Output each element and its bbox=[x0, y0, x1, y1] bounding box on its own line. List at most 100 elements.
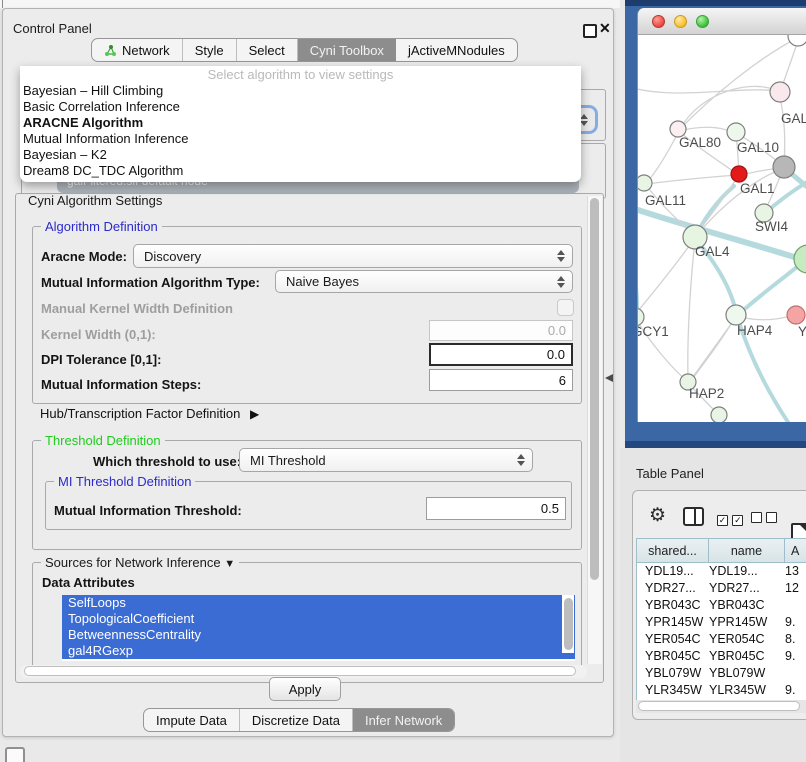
tab-impute-data[interactable]: Impute Data bbox=[144, 709, 240, 731]
cell-value: 9. bbox=[785, 648, 806, 665]
network-canvas[interactable]: GAL GAL80 GAL10 GAL1 GAL11 SWI4 GAL4 GCY… bbox=[638, 35, 806, 422]
algorithm-option[interactable]: Bayesian – K2 bbox=[20, 147, 581, 163]
cell-shared-name: YPR145W bbox=[637, 614, 709, 631]
cell-name: YBR045C bbox=[709, 648, 785, 665]
algorithm-dropdown-popup: Select algorithm to view settings Bayesi… bbox=[20, 66, 581, 182]
spinner-arrows-icon bbox=[556, 250, 565, 262]
tab-impute-data-label: Impute Data bbox=[156, 713, 227, 728]
close-icon[interactable]: ✕ bbox=[599, 20, 611, 37]
window-edge-line bbox=[2, 0, 3, 8]
minimize-traffic-light[interactable] bbox=[674, 15, 687, 28]
panel-toggle-icon[interactable] bbox=[5, 747, 25, 762]
tab-infer-network[interactable]: Infer Network bbox=[353, 709, 454, 731]
node[interactable] bbox=[711, 407, 727, 422]
network-window-titlebar[interactable] bbox=[638, 8, 806, 35]
cell-name: YBR043C bbox=[709, 597, 785, 614]
tab-jactivemnodules[interactable]: jActiveMNodules bbox=[396, 39, 517, 61]
unchecked-box-icon bbox=[766, 512, 777, 523]
checked-box-icon: ✓ bbox=[732, 515, 743, 526]
tab-discretize-data[interactable]: Discretize Data bbox=[240, 709, 353, 731]
tab-style[interactable]: Style bbox=[183, 39, 237, 61]
table-row[interactable]: YDR27...YDR27...12 bbox=[637, 580, 806, 597]
table-row[interactable]: YDL19...YDL19...13 bbox=[637, 563, 806, 580]
cell-value: 9. bbox=[785, 614, 806, 631]
node[interactable] bbox=[727, 123, 745, 141]
tab-style-label: Style bbox=[195, 43, 224, 58]
aracne-mode-combo[interactable]: Discovery bbox=[133, 244, 573, 268]
aracne-mode-label: Aracne Mode: bbox=[41, 249, 127, 264]
zoom-traffic-light[interactable] bbox=[696, 15, 709, 28]
algorithm-definition-group: Algorithm Definition Aracne Mode: Discov… bbox=[32, 226, 582, 404]
column-header-shared-name[interactable]: shared... bbox=[636, 538, 708, 563]
table-hscrollbar-thumb[interactable] bbox=[638, 701, 800, 711]
list-item[interactable]: gal4RGexp bbox=[62, 643, 575, 659]
node[interactable] bbox=[726, 305, 746, 325]
table-row[interactable]: YPR145WYPR145W9. bbox=[637, 614, 806, 631]
apply-button[interactable]: Apply bbox=[269, 677, 341, 701]
frame-bottom-edge bbox=[625, 441, 806, 448]
manual-kernel-width-checkbox[interactable] bbox=[557, 299, 574, 316]
mi-steps-field[interactable] bbox=[429, 369, 573, 391]
tab-discretize-data-label: Discretize Data bbox=[252, 713, 340, 728]
frame-top-edge bbox=[625, 0, 806, 6]
table-row[interactable]: YLR345WYLR345W9. bbox=[637, 682, 806, 699]
column-header-partial[interactable]: A bbox=[784, 538, 806, 563]
gear-icon[interactable]: ⚙ bbox=[649, 504, 666, 527]
which-threshold-combo[interactable]: MI Threshold bbox=[239, 448, 533, 472]
cell-value: 13 bbox=[785, 563, 806, 580]
mi-threshold-definition-group: MI Threshold Definition Mutual Informati… bbox=[45, 481, 572, 530]
algorithm-option-selected[interactable]: ARACNE Algorithm bbox=[20, 115, 581, 131]
list-item[interactable]: SelfLoops bbox=[62, 595, 575, 611]
kernel-width-field[interactable] bbox=[429, 320, 573, 341]
settings-vertical-scrollbar[interactable] bbox=[587, 196, 602, 664]
list-item[interactable]: BetweennessCentrality bbox=[62, 627, 575, 643]
node[interactable] bbox=[788, 35, 806, 46]
node[interactable] bbox=[638, 175, 652, 191]
list-item[interactable]: TopologicalCoefficient bbox=[62, 611, 575, 627]
mi-threshold-field[interactable] bbox=[426, 497, 566, 520]
cell-shared-name: YDR27... bbox=[637, 580, 709, 597]
node[interactable] bbox=[770, 82, 790, 102]
close-traffic-light[interactable] bbox=[652, 15, 665, 28]
deselect-all-checkboxes-icon[interactable] bbox=[751, 510, 777, 528]
table-row[interactable]: YBR045CYBR045C9. bbox=[637, 648, 806, 665]
cell-name: YDL19... bbox=[709, 563, 785, 580]
aracne-mode-value: Discovery bbox=[144, 249, 201, 264]
mi-algorithm-type-combo[interactable]: Naive Bayes bbox=[275, 270, 573, 293]
list-scrollbar-thumb[interactable] bbox=[564, 598, 573, 650]
select-all-checkboxes-icon[interactable]: ✓ ✓ bbox=[717, 510, 743, 528]
list-vertical-scrollbar[interactable] bbox=[562, 595, 574, 653]
node-label: GAL4 bbox=[695, 244, 730, 259]
algorithm-option[interactable]: Dream8 DC_TDC Algorithm bbox=[20, 163, 581, 179]
table-panel-title: Table Panel bbox=[636, 466, 704, 481]
apply-button-label: Apply bbox=[289, 682, 322, 697]
column-selector-icon[interactable] bbox=[683, 507, 704, 526]
expander-down-arrow-icon[interactable]: ▼ bbox=[224, 558, 235, 570]
settings-hscrollbar-thumb[interactable] bbox=[24, 666, 576, 676]
node-label: GCY1 bbox=[638, 324, 669, 339]
table-row[interactable]: YER054CYER054C8. bbox=[637, 631, 806, 648]
column-header-name[interactable]: name bbox=[708, 538, 784, 563]
tab-cyni-toolbox-label: Cyni Toolbox bbox=[310, 43, 384, 58]
node-selected-red[interactable] bbox=[731, 166, 747, 182]
table-row[interactable]: YBR043CYBR043C bbox=[637, 597, 806, 614]
table-row[interactable]: YBL079WYBL079W bbox=[637, 665, 806, 682]
dpi-tolerance-field[interactable] bbox=[429, 343, 573, 366]
tab-select[interactable]: Select bbox=[237, 39, 298, 61]
tab-network[interactable]: Network bbox=[92, 39, 183, 61]
control-panel-tabbar: Network Style Select Cyni Toolbox jActiv… bbox=[91, 38, 518, 62]
cell-name: YDR27... bbox=[709, 580, 785, 597]
tab-cyni-toolbox[interactable]: Cyni Toolbox bbox=[298, 39, 396, 61]
node[interactable] bbox=[787, 306, 805, 324]
algorithm-option[interactable]: Bayesian – Hill Climbing bbox=[20, 83, 581, 99]
algorithm-option[interactable]: Mutual Information Inference bbox=[20, 131, 581, 147]
node[interactable] bbox=[773, 156, 795, 178]
algorithm-option[interactable]: Basic Correlation Inference bbox=[20, 99, 581, 115]
network-window: GAL GAL80 GAL10 GAL1 GAL11 SWI4 GAL4 GCY… bbox=[637, 8, 806, 422]
table-horizontal-scrollbar[interactable] bbox=[636, 700, 806, 713]
algorithm-definition-title: Algorithm Definition bbox=[41, 219, 162, 234]
settings-scrollbar-thumb[interactable] bbox=[590, 198, 599, 580]
float-window-icon[interactable] bbox=[583, 24, 597, 38]
hub-definition-expander[interactable]: Hub/Transcription Factor Definition ▶ bbox=[40, 406, 259, 421]
unchecked-box-icon bbox=[751, 512, 762, 523]
